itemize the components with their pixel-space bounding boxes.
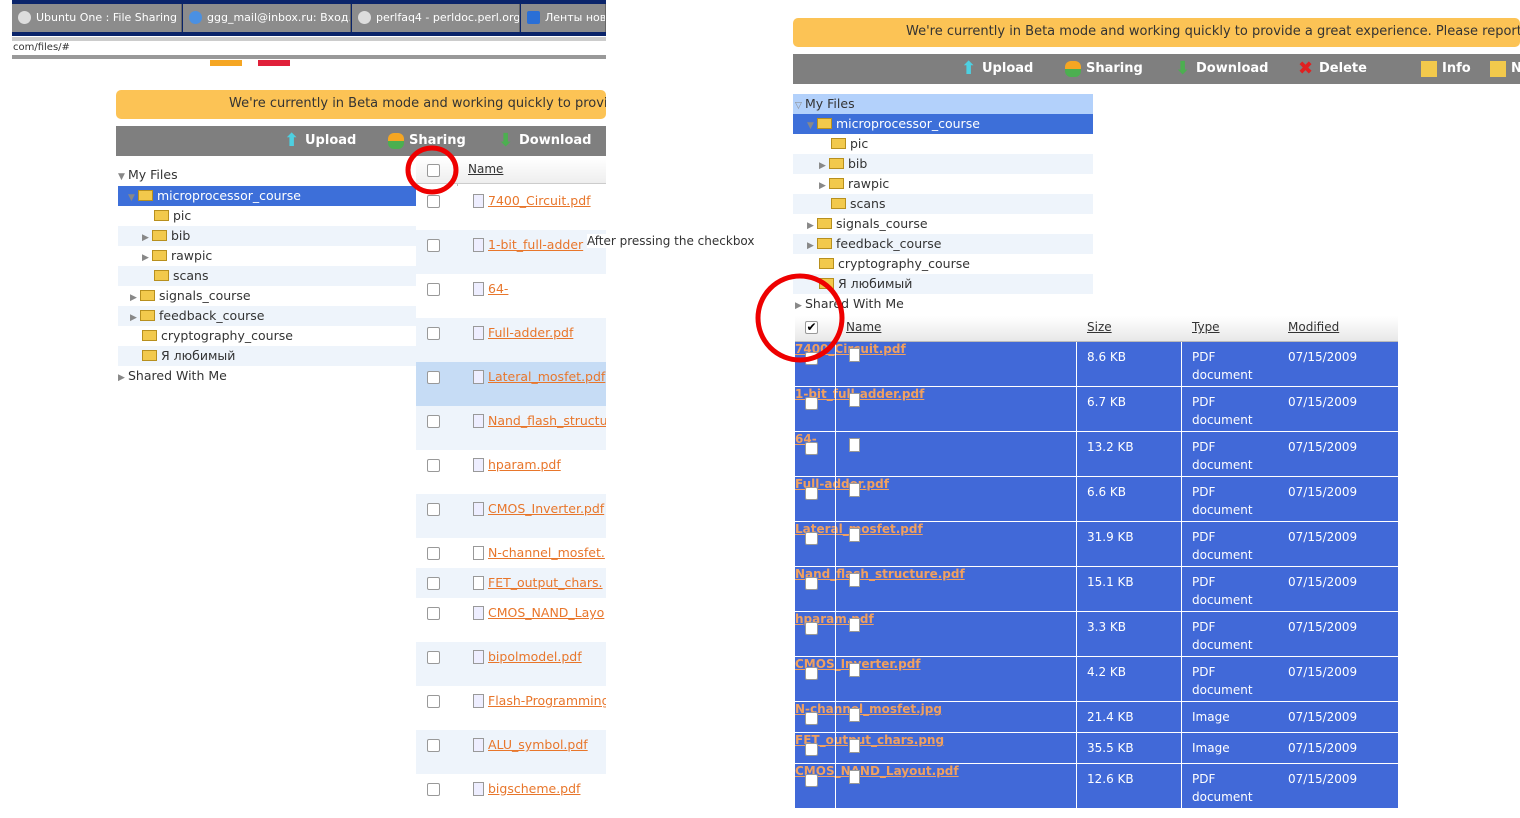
red-circle-annotation xyxy=(405,145,459,195)
annotation-overlay xyxy=(405,145,845,363)
red-circle-annotation xyxy=(755,273,845,363)
